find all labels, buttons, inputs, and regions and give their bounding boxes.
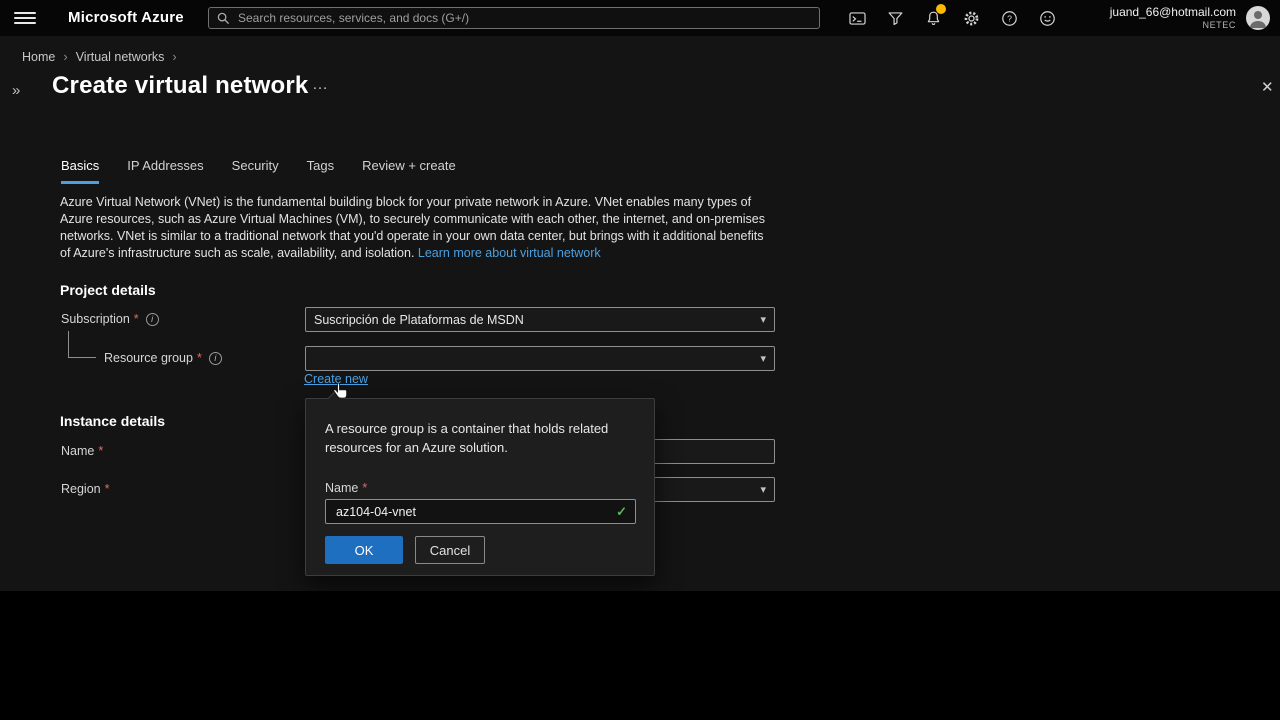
- ok-button[interactable]: OK: [325, 536, 403, 564]
- breadcrumb-virtual-networks[interactable]: Virtual networks: [76, 50, 165, 64]
- smiley-icon: [1038, 9, 1057, 28]
- search-icon: [217, 12, 230, 25]
- required-asterisk: *: [134, 312, 139, 326]
- required-asterisk: *: [362, 481, 367, 495]
- popup-name-label: Name*: [325, 481, 367, 495]
- tab-security[interactable]: Security: [232, 158, 279, 184]
- tab-review-create[interactable]: Review + create: [362, 158, 456, 184]
- popup-description: A resource group is a container that hol…: [325, 419, 629, 457]
- region-label: Region*: [61, 482, 110, 496]
- resource-group-name-input[interactable]: [334, 504, 611, 520]
- cancel-button[interactable]: Cancel: [415, 536, 485, 564]
- global-search[interactable]: [208, 7, 820, 29]
- chevron-down-icon: ▾: [760, 313, 766, 326]
- tab-bar: Basics IP Addresses Security Tags Review…: [61, 158, 456, 184]
- azure-logo[interactable]: Microsoft Azure: [68, 9, 184, 26]
- help-icon: ?: [1000, 9, 1019, 28]
- expand-sidebar-button[interactable]: »: [12, 82, 20, 99]
- hamburger-menu-button[interactable]: [14, 9, 36, 27]
- topbar: Microsoft Azure: [0, 0, 1280, 36]
- search-input[interactable]: [236, 10, 811, 26]
- mouse-cursor-hand: [330, 381, 350, 401]
- intro-text: Azure Virtual Network (VNet) is the fund…: [60, 194, 772, 262]
- avatar[interactable]: [1246, 6, 1270, 30]
- user-directory: NETEC: [1110, 20, 1236, 30]
- tab-basics[interactable]: Basics: [61, 158, 99, 184]
- subscription-value: Suscripción de Plataformas de MSDN: [314, 313, 524, 327]
- user-email: juand_66@hotmail.com: [1110, 5, 1236, 19]
- account-info[interactable]: juand_66@hotmail.com NETEC: [1110, 5, 1236, 30]
- tree-connector-line: [68, 331, 96, 358]
- chevron-down-icon: ▾: [760, 352, 766, 365]
- gear-icon: [962, 9, 981, 28]
- page-title: Create virtual network: [52, 72, 308, 100]
- svg-text:?: ?: [1007, 13, 1012, 23]
- valid-check-icon: ✓: [616, 504, 627, 520]
- cloud-shell-button[interactable]: [846, 7, 868, 29]
- close-blade-button[interactable]: ✕: [1261, 78, 1274, 96]
- topbar-icon-group: ?: [846, 0, 1058, 36]
- funnel-icon: [886, 9, 905, 28]
- required-asterisk: *: [197, 351, 202, 365]
- subscription-label: Subscription* i: [61, 312, 159, 326]
- create-resource-group-popup: A resource group is a container that hol…: [305, 398, 655, 576]
- tab-tags[interactable]: Tags: [307, 158, 334, 184]
- project-details-heading: Project details: [60, 282, 156, 298]
- notification-badge: [936, 4, 946, 14]
- person-icon: [1246, 6, 1270, 30]
- resource-group-dropdown[interactable]: ▾: [305, 346, 775, 371]
- resource-group-label: Resource group* i: [104, 351, 222, 365]
- tab-ip-addresses[interactable]: IP Addresses: [127, 158, 203, 184]
- instance-details-heading: Instance details: [60, 413, 165, 429]
- subscription-dropdown[interactable]: Suscripción de Plataformas de MSDN ▾: [305, 307, 775, 332]
- create-vnet-blade: » Home › Virtual networks › Create virtu…: [0, 36, 1280, 591]
- notifications-button[interactable]: [922, 7, 944, 29]
- screen: Microsoft Azure: [0, 0, 1280, 720]
- breadcrumb-home[interactable]: Home: [22, 50, 55, 64]
- info-icon[interactable]: i: [146, 313, 159, 326]
- more-menu-button[interactable]: …: [312, 76, 330, 94]
- info-icon[interactable]: i: [209, 352, 222, 365]
- chevron-right-icon: ›: [172, 49, 176, 64]
- required-asterisk: *: [105, 482, 110, 496]
- feedback-button[interactable]: [1036, 7, 1058, 29]
- breadcrumb: Home › Virtual networks ›: [22, 49, 177, 64]
- directory-filter-button[interactable]: [884, 7, 906, 29]
- learn-more-link[interactable]: Learn more about virtual network: [418, 246, 601, 260]
- terminal-icon: [848, 9, 867, 28]
- help-button[interactable]: ?: [998, 7, 1020, 29]
- vnet-name-label: Name*: [61, 444, 103, 458]
- intro-body: Azure Virtual Network (VNet) is the fund…: [60, 195, 765, 260]
- chevron-right-icon: ›: [63, 49, 67, 64]
- settings-button[interactable]: [960, 7, 982, 29]
- resource-group-name-field: ✓: [325, 499, 636, 524]
- chevron-down-icon: ▾: [760, 483, 766, 496]
- required-asterisk: *: [98, 444, 103, 458]
